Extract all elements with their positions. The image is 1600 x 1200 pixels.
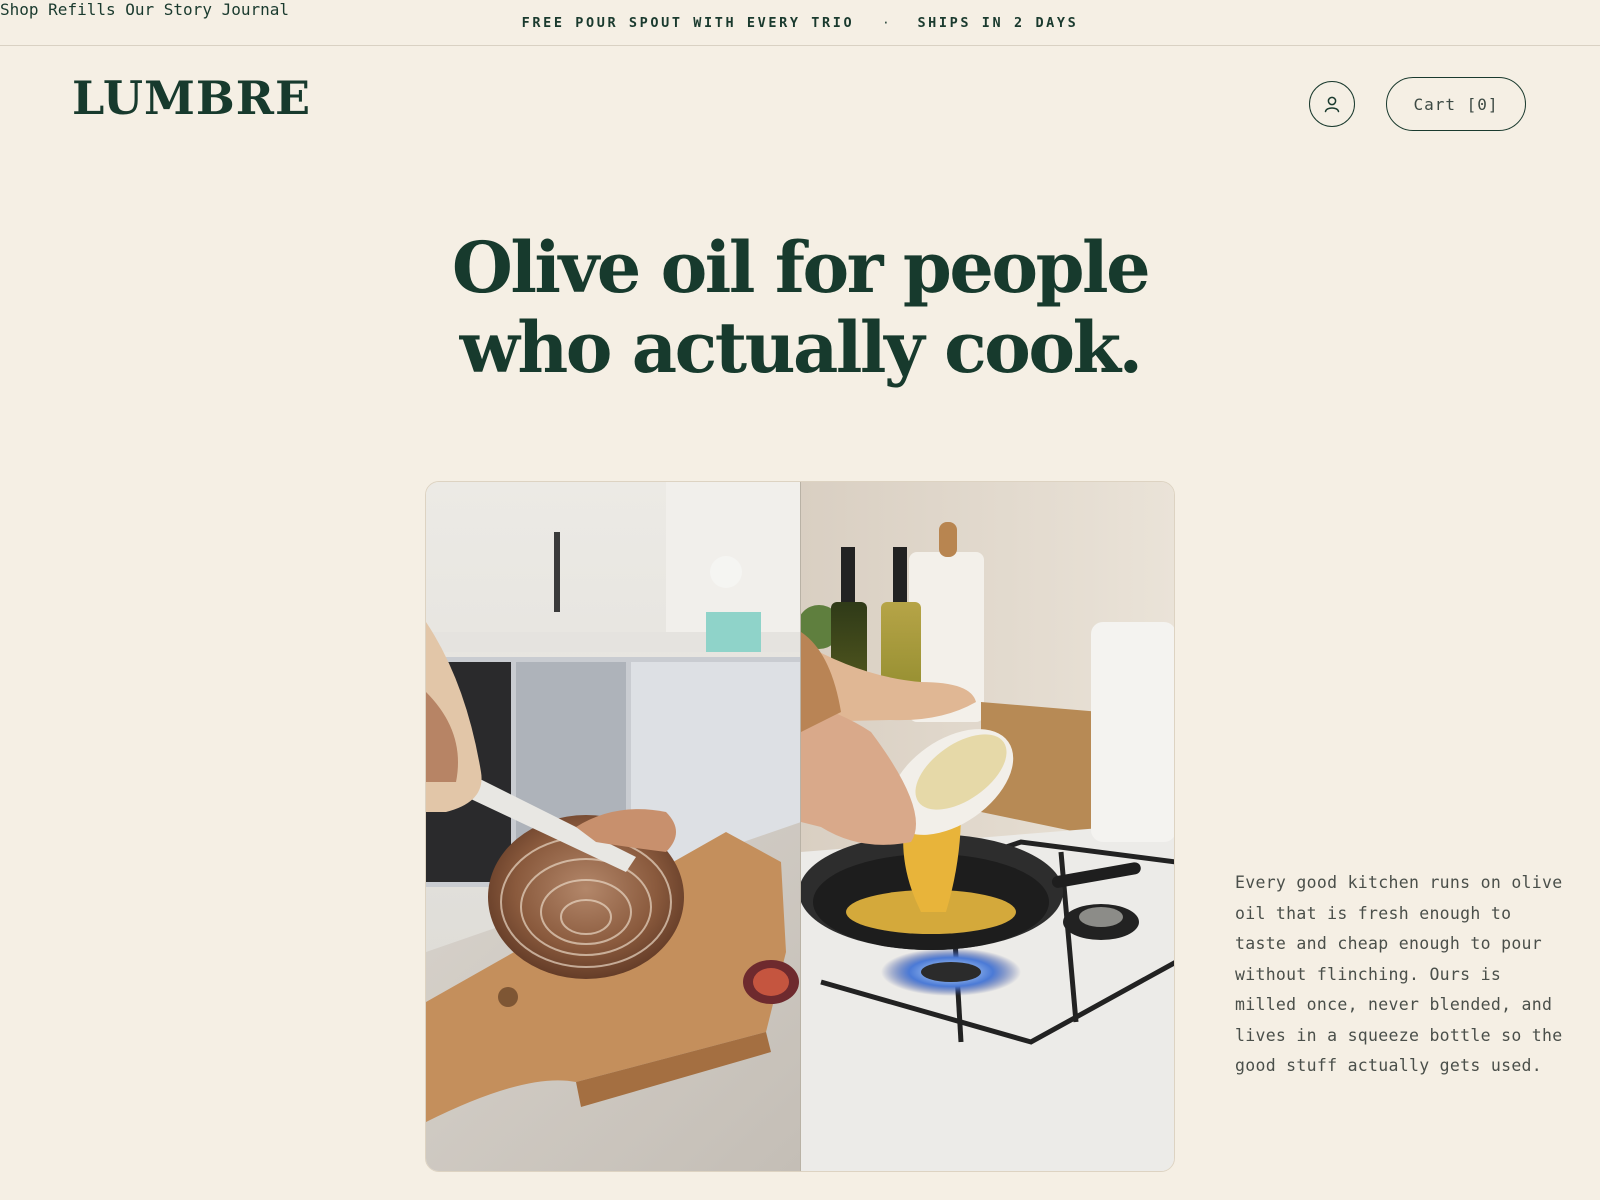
headline-line-2: who actually cook. — [459, 306, 1143, 389]
announcement-bar: FREE POUR SPOUT WITH EVERY TRIO · SHIPS … — [0, 0, 1600, 46]
hero-headline: Olive oil for people who actually cook. — [0, 228, 1600, 388]
brand-logo[interactable]: LUMBRE — [72, 70, 311, 126]
egg-pouring-photo — [799, 482, 1174, 1171]
user-icon — [1324, 96, 1340, 113]
announcement-promo: FREE POUR SPOUT WITH EVERY TRIO — [521, 14, 855, 31]
bread-slicing-photo — [426, 482, 800, 1171]
account-button[interactable] — [1309, 81, 1355, 127]
headline-line-1: Olive oil for people — [451, 226, 1151, 309]
hero-description: Every good kitchen runs on olive oil tha… — [1235, 873, 1563, 1075]
hero-photo-panel — [425, 481, 1175, 1172]
announcement-separator: · — [882, 15, 890, 30]
cart-button[interactable]: Cart [0] — [1386, 77, 1526, 131]
announcement-shipping: SHIPS IN 2 DAYS — [917, 14, 1079, 31]
